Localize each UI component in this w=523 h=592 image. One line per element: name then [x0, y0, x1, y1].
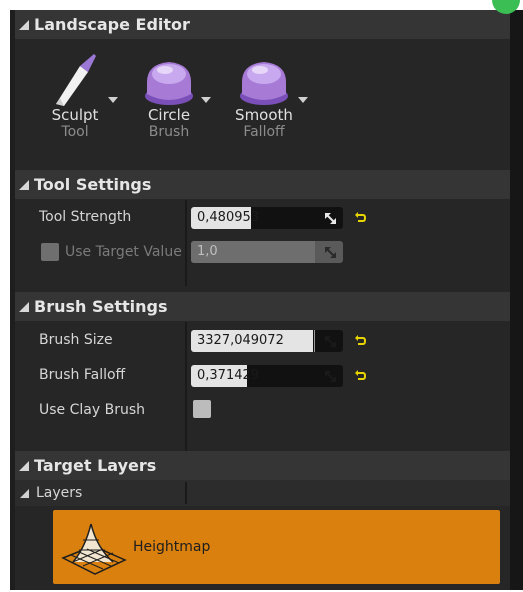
resize-arrow-icon[interactable] — [324, 335, 337, 348]
brush-size-label: Brush Size — [39, 332, 113, 348]
collapse-triangle-icon — [20, 488, 29, 498]
field-separator — [314, 330, 315, 352]
circle-label: Circle — [147, 106, 191, 124]
brush-size-value: 3327,049072 — [197, 333, 284, 348]
target-layers-title: Target Layers — [34, 456, 157, 475]
sculpt-tool-button[interactable]: Sculpt Tool — [40, 52, 110, 152]
heightmap-layer-item[interactable]: Heightmap — [53, 510, 500, 584]
target-value-value: 1,0 — [197, 244, 218, 259]
sculpt-dropdown-icon[interactable] — [108, 97, 118, 103]
landscape-editor-title: Landscape Editor — [34, 15, 190, 34]
resize-arrow-icon[interactable] — [324, 212, 337, 225]
brush-pen-icon — [56, 54, 96, 106]
column-divider — [185, 482, 187, 504]
column-divider — [185, 322, 187, 452]
use-clay-brush-checkbox[interactable] — [193, 400, 211, 418]
use-clay-brush-label: Use Clay Brush — [39, 402, 145, 418]
column-divider — [185, 200, 187, 286]
smooth-falloff-icon — [240, 62, 288, 105]
circle-brush-icon — [145, 62, 193, 105]
brush-falloff-value: 0,371429 — [197, 368, 260, 383]
circle-brush-button[interactable]: Circle Brush — [134, 52, 204, 152]
resize-arrow-icon — [325, 247, 336, 258]
brush-size-field[interactable]: 3327,049072 — [191, 330, 343, 352]
circle-sub-label: Brush — [148, 124, 190, 140]
layers-label: Layers — [36, 485, 83, 501]
tool-settings-header[interactable]: Tool Settings — [10, 170, 521, 199]
layers-subheader[interactable]: Layers — [10, 480, 521, 506]
brush-settings-title: Brush Settings — [34, 297, 168, 316]
tool-strength-label: Tool Strength — [39, 209, 132, 225]
collapse-triangle-icon — [19, 301, 29, 312]
heightmap-layer-name: Heightmap — [133, 539, 211, 555]
sculpt-sub-label: Tool — [61, 124, 89, 140]
tool-strength-value: 0,480953 — [197, 210, 260, 225]
target-value-field: 1,0 — [191, 241, 343, 263]
tool-settings-title: Tool Settings — [34, 175, 152, 194]
reset-to-default-icon[interactable] — [354, 335, 366, 347]
smooth-label: Smooth — [235, 106, 293, 124]
smooth-falloff-button[interactable]: Smooth Falloff — [226, 52, 302, 152]
sculpt-label: Sculpt — [51, 106, 99, 124]
smooth-sub-label: Falloff — [243, 124, 285, 140]
scrollbar-track[interactable] — [510, 10, 523, 590]
reset-to-default-icon[interactable] — [354, 212, 366, 224]
brush-falloff-label: Brush Falloff — [39, 367, 126, 383]
heightmap-icon — [61, 523, 127, 575]
reset-to-default-icon[interactable] — [354, 370, 366, 382]
use-target-value-checkbox[interactable] — [41, 243, 59, 261]
falloff-dropdown-icon[interactable] — [298, 97, 308, 103]
landscape-editor-panel: Landscape Editor Sculpt Tool Circle Brus… — [10, 10, 521, 590]
brush-dropdown-icon[interactable] — [201, 97, 211, 103]
collapse-triangle-icon — [19, 179, 29, 190]
collapse-triangle-icon — [19, 460, 29, 471]
resize-arrow-icon[interactable] — [324, 370, 337, 383]
target-layers-header[interactable]: Target Layers — [10, 451, 521, 480]
collapse-triangle-icon — [19, 19, 29, 30]
use-target-value-label: Use Target Value — [65, 244, 182, 260]
brush-falloff-field[interactable]: 0,371429 — [191, 365, 343, 387]
left-edge — [10, 10, 15, 590]
tool-strength-field[interactable]: 0,480953 — [191, 207, 343, 229]
landscape-editor-header[interactable]: Landscape Editor — [10, 10, 521, 39]
brush-settings-header[interactable]: Brush Settings — [10, 292, 521, 321]
